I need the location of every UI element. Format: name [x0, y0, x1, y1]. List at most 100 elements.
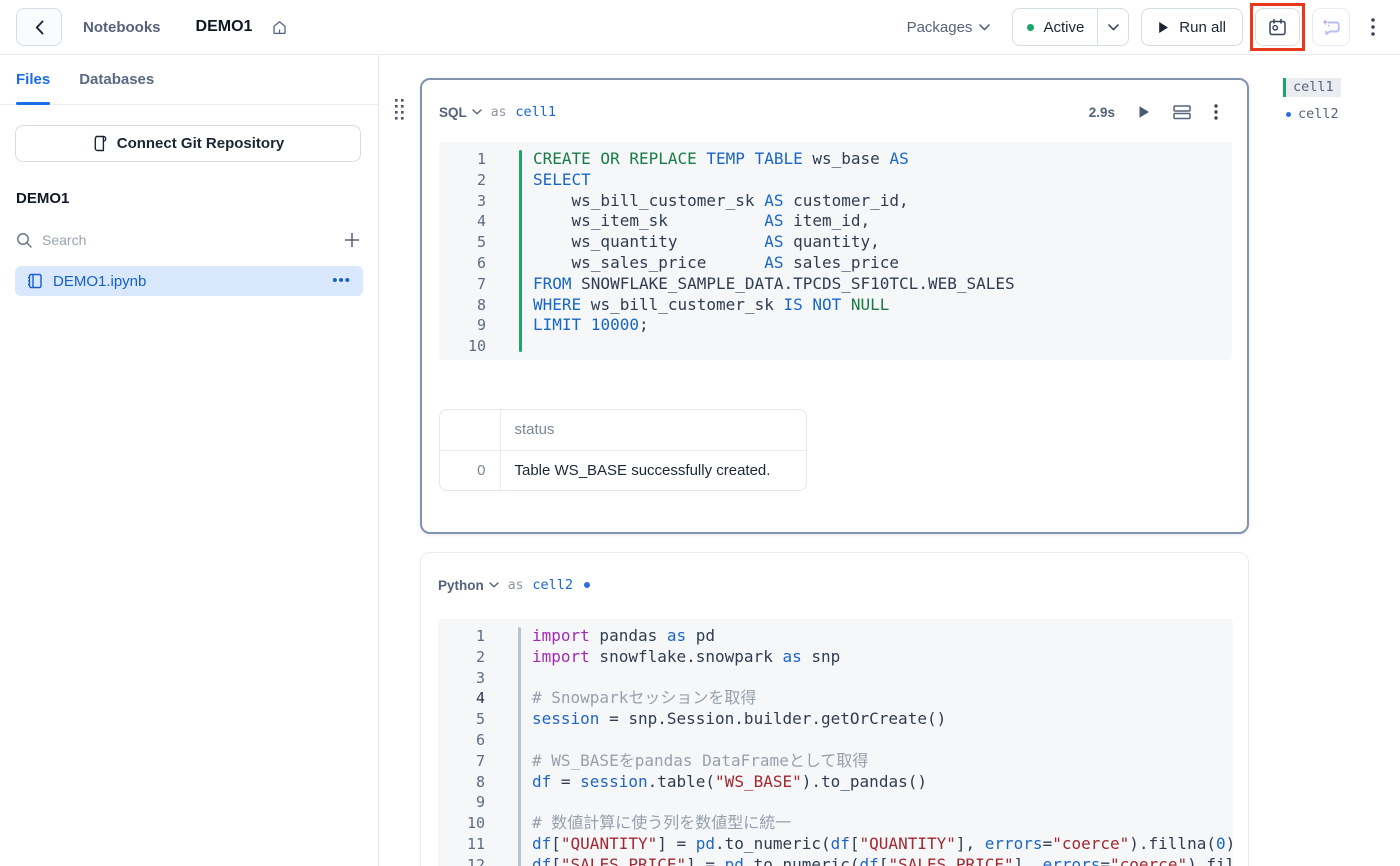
chevron-down-icon	[979, 23, 991, 30]
cell2-code-editor[interactable]: 1 2 3 4 5 6 7 8 9 10 11 12 import pandas as pd impor…	[438, 619, 1233, 866]
cell1-options-button[interactable]	[1214, 104, 1218, 120]
cell1-run-button[interactable]	[1138, 105, 1150, 119]
cell1-actions: 2.9s	[1089, 104, 1218, 120]
tab-files[interactable]: Files	[16, 55, 51, 105]
result-column-header	[440, 410, 500, 451]
line-numbers: 1 2 3 4 5 6 7 8 9 10	[467, 150, 486, 356]
stacked-panels-icon	[1173, 105, 1191, 120]
file-options-button[interactable]: •••	[332, 273, 351, 288]
connect-git-label: Connect Git Repository	[116, 135, 285, 152]
sidebar-tabs: Files Databases	[0, 55, 378, 105]
more-options-button[interactable]	[1362, 8, 1384, 46]
sidebar: Files Databases Connect Git Repository D…	[0, 55, 379, 866]
drag-dots-icon	[395, 99, 404, 120]
code-line: ws_quantity AS quantity,	[533, 232, 880, 252]
breadcrumb[interactable]: Notebooks	[83, 19, 161, 36]
copilot-sparkle-icon	[1322, 19, 1340, 36]
result-cell-value: Table WS_BASE successfully created.	[499, 450, 806, 490]
add-file-button[interactable]	[342, 230, 362, 250]
code-line: CREATE OR REPLACE TEMP TABLE ws_base AS	[533, 149, 909, 168]
code-line: ws_item_sk AS item_id,	[533, 211, 871, 231]
session-status-button[interactable]: Active	[1013, 9, 1097, 45]
code-line: df = session.table("WS_BASE").to_pandas(…	[532, 771, 927, 791]
code-line: FROM SNOWFLAKE_SAMPLE_DATA.TPCDS_SF10TCL…	[533, 273, 1015, 293]
minimap-cell2-label: cell2	[1298, 106, 1339, 122]
cell1-language-label: SQL	[439, 104, 467, 120]
play-icon	[1159, 21, 1169, 33]
notebook-app: Notebooks DEMO1 Packages Active Run all …	[0, 0, 1400, 866]
cell-minimap: cell1 cell2	[1283, 78, 1341, 122]
cell1-duration: 2.9s	[1088, 104, 1115, 120]
result-row: 0 Table WS_BASE successfully created.	[440, 450, 806, 490]
plus-icon	[344, 232, 360, 248]
home-icon	[271, 19, 288, 36]
result-table-header: status	[440, 410, 806, 451]
code-line: ws_bill_customer_sk AS customer_id,	[533, 190, 909, 210]
cell1-language-selector[interactable]: SQL	[439, 105, 482, 120]
result-table-body: 0 Table WS_BASE successfully created.	[440, 450, 806, 490]
minimap-item-cell1[interactable]: cell1	[1283, 78, 1341, 97]
cell2-header: Python as cell2	[421, 553, 1248, 611]
page-title: DEMO1	[195, 18, 253, 35]
session-status-dropdown[interactable]	[1097, 9, 1128, 45]
cell1-code-editor[interactable]: 1 2 3 4 5 6 7 8 9 10 CREATE OR REPLACE TEMP TABLE…	[439, 142, 1232, 360]
packages-menu[interactable]: Packages	[907, 19, 991, 36]
kebab-menu-icon	[1371, 18, 1375, 36]
run-all-label: Run all	[1179, 18, 1226, 36]
chevron-down-icon	[1107, 23, 1119, 30]
cell2-modified-dot-icon	[584, 582, 591, 588]
chevron-down-icon	[472, 109, 482, 115]
search-input[interactable]	[42, 232, 333, 248]
line-numbers: 1 2 3 4 5 6 7 8 9 10 11 12	[466, 627, 485, 866]
schedule-calendar-icon	[1269, 18, 1286, 35]
cell1-header: SQL as cell1 2.9s	[422, 80, 1247, 138]
connect-git-button[interactable]: Connect Git Repository	[15, 125, 361, 162]
repository-icon	[94, 135, 107, 152]
result-column-header: status	[499, 410, 806, 451]
result-row-index: 0	[477, 461, 486, 479]
status-label: Active	[1043, 18, 1085, 36]
cell2-as-label: as	[507, 577, 524, 593]
notebook-icon	[28, 273, 42, 289]
session-status-split-button: Active	[1012, 8, 1130, 46]
schedule-button[interactable]	[1250, 3, 1305, 51]
code-line: session = snp.Session.builder.getOrCreat…	[532, 709, 947, 729]
packages-label: Packages	[906, 18, 973, 36]
code-line: # Snowparkセッションを取得	[532, 688, 757, 708]
run-all-button[interactable]: Run all	[1141, 8, 1243, 46]
minimap-item-cell2[interactable]: cell2	[1283, 106, 1341, 122]
code-line: df["SALES_PRICE"] = pd.to_numeric(df["SA…	[532, 854, 1233, 866]
cell1-display-mode-button[interactable]	[1173, 104, 1191, 120]
code-line: SELECT	[533, 169, 591, 189]
chevron-left-icon	[35, 20, 43, 34]
cell-python-cell2[interactable]: Python as cell2 1 2 3 4 5 6 7 8 9 10 11 12 import p…	[420, 552, 1249, 866]
cell-drag-handle[interactable]	[394, 98, 405, 125]
notebook-canvas: SQL as cell1 2.9s 1 2 3 4 5 6 7 8 9 10 C…	[380, 55, 1400, 866]
copilot-button[interactable]	[1312, 8, 1350, 46]
code-lines: import pandas as pd import snowflake.snow…	[521, 619, 1233, 866]
code-line: import pandas as pd	[532, 626, 716, 645]
tab-databases[interactable]: Databases	[79, 55, 154, 104]
file-item-demo1[interactable]: DEMO1.ipynb •••	[15, 266, 363, 296]
code-line: df["QUANTITY"] = pd.to_numeric(df["QUANT…	[532, 833, 1233, 853]
code-line: ws_sales_price AS sales_price	[533, 252, 900, 272]
top-bar: Notebooks DEMO1 Packages Active Run all	[0, 0, 1400, 55]
cell1-name[interactable]: cell1	[515, 104, 556, 120]
back-button[interactable]	[16, 8, 62, 46]
cell1-as-label: as	[490, 104, 507, 120]
search-row	[16, 227, 362, 253]
code-lines: CREATE OR REPLACE TEMP TABLE ws_base AS S…	[522, 142, 1232, 360]
kebab-menu-icon	[1214, 104, 1218, 120]
code-line: import snowflake.snowpark as snp	[532, 646, 841, 666]
sidebar-section-title: DEMO1	[16, 190, 70, 207]
top-actions: Packages Active Run all	[907, 3, 1384, 51]
cell2-language-selector[interactable]: Python	[438, 578, 499, 593]
cell2-name[interactable]: cell2	[532, 577, 573, 593]
chevron-down-icon	[489, 582, 499, 588]
search-icon	[17, 232, 32, 248]
cell1-result-table: status 0 Table WS_BASE successfully creat…	[439, 409, 807, 491]
cell-sql-cell1[interactable]: SQL as cell1 2.9s 1 2 3 4 5 6 7 8 9 10 C…	[420, 78, 1249, 534]
